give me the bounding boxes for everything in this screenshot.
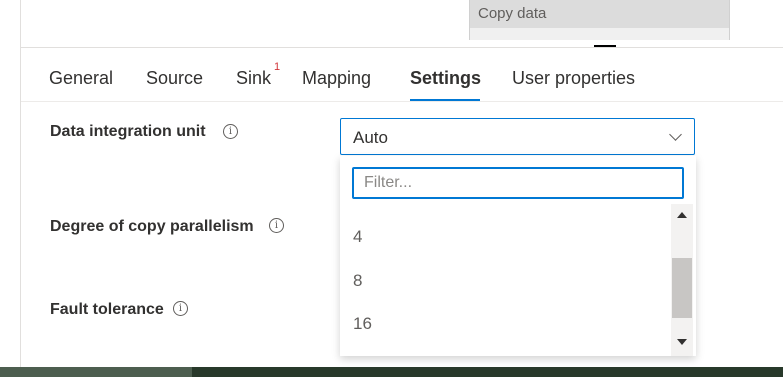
option-item[interactable]: 8 [353,271,362,291]
diu-dropdown-list: 4 8 16 [340,156,696,356]
data-integration-unit-select[interactable]: Auto [340,118,695,155]
data-integration-unit-label: Data integration unit [50,123,206,140]
dropdown-scrollbar[interactable] [671,204,693,356]
tab-sink[interactable]: Sink [236,68,271,89]
panel-left-border [20,0,21,377]
bottom-strip-segment [0,367,192,377]
filter-input[interactable] [352,167,684,199]
bottom-strip [0,367,783,377]
fault-tolerance-label: Fault tolerance [50,301,164,318]
canvas-divider[interactable] [21,47,783,48]
option-item[interactable]: 4 [353,227,362,247]
info-icon[interactable]: i [223,124,238,139]
degree-of-copy-parallelism-label: Degree of copy parallelism [50,218,254,235]
info-icon[interactable]: i [269,218,284,233]
activity-body [470,28,729,40]
tab-mapping[interactable]: Mapping [302,68,371,89]
selected-value: Auto [353,128,388,147]
scroll-down-icon[interactable] [677,339,687,345]
option-item[interactable]: 16 [353,314,372,334]
activity-title: Copy data [470,0,729,28]
info-icon[interactable]: i [173,301,188,316]
scroll-up-icon[interactable] [677,212,687,218]
tab-source[interactable]: Source [146,68,203,89]
chevron-down-icon [669,128,682,141]
tabs-divider [21,101,783,102]
tab-settings[interactable]: Settings [410,68,481,89]
tab-general[interactable]: General [49,68,113,89]
scrollbar-thumb[interactable] [672,258,692,318]
tab-user-properties[interactable]: User properties [512,68,635,89]
copy-data-activity[interactable]: Copy data [469,0,730,40]
sink-error-badge: 1 [274,61,281,73]
